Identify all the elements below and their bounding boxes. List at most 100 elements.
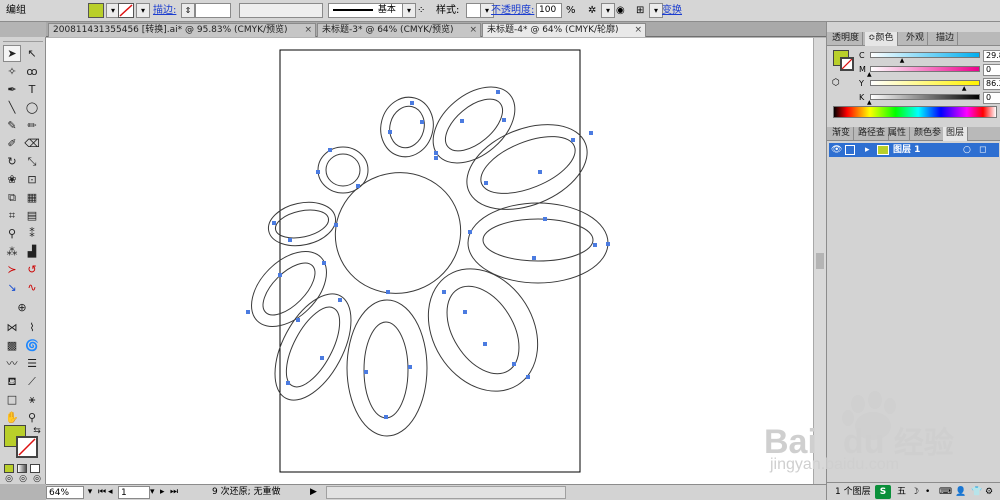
eraser-tool-icon[interactable]: ⌫: [23, 135, 41, 152]
anchor-point[interactable]: [593, 243, 597, 247]
wave-tool-icon[interactable]: 〰: [3, 355, 21, 372]
type-tool-icon[interactable]: T: [23, 81, 41, 98]
anchor-point[interactable]: [410, 101, 414, 105]
rotate-tool-icon[interactable]: ↻: [3, 153, 21, 170]
tab-gradient[interactable]: 渐变: [829, 127, 855, 141]
last-page-icon[interactable]: ⏭: [170, 486, 180, 499]
align-grid-icon[interactable]: ⊞: [636, 3, 650, 18]
fill-swatch[interactable]: [88, 3, 104, 18]
first-page-icon[interactable]: ⏮: [98, 486, 108, 499]
panel-stroke-swatch[interactable]: [840, 57, 854, 71]
gradient-mode-icon[interactable]: [17, 464, 27, 473]
anchor-point[interactable]: [246, 310, 250, 314]
doc-tab-3[interactable]: 未标题-4* @ 64% (CMYK/轮廓) ×: [482, 23, 646, 37]
anchor-point[interactable]: [384, 415, 388, 419]
anchor-point[interactable]: [496, 90, 500, 94]
layer-row[interactable]: 👁 ▸ 图层 1 ○ ◻: [829, 143, 999, 157]
anchor-point[interactable]: [286, 381, 290, 385]
pencil-tool-icon[interactable]: ✏: [23, 117, 41, 134]
anchor-point[interactable]: [364, 370, 368, 374]
anchor-tool-icon[interactable]: ↘: [3, 279, 21, 296]
magic-wand-tool-icon[interactable]: ✧: [3, 63, 21, 80]
anchor-point[interactable]: [296, 318, 300, 322]
chevron-down-icon[interactable]: ▾: [84, 486, 96, 499]
channel-slider[interactable]: [870, 94, 980, 100]
channel-slider[interactable]: [870, 66, 980, 72]
anchor-point[interactable]: [463, 310, 467, 314]
anchor-point[interactable]: [606, 242, 610, 246]
layer-name[interactable]: 图层 1: [893, 143, 920, 157]
draw-inside-icon[interactable]: ◎: [28, 475, 46, 484]
stroke-none-swatch[interactable]: [118, 3, 134, 18]
anchor-point[interactable]: [316, 170, 320, 174]
scale-tool-icon[interactable]: ⤡: [23, 153, 41, 170]
doc-tab-2[interactable]: 未标题-3* @ 64% (CMYK/预览) ×: [317, 23, 481, 37]
brush-definition-icon[interactable]: ⁘: [417, 3, 431, 18]
anchor-point[interactable]: [434, 151, 438, 155]
lasso-tool-icon[interactable]: ꝏ: [23, 63, 41, 80]
anchor-point[interactable]: [512, 362, 516, 366]
anchor-point[interactable]: [571, 138, 575, 142]
next-page-icon[interactable]: ▸: [160, 486, 170, 499]
anchor-point[interactable]: [434, 156, 438, 160]
close-icon[interactable]: ×: [634, 24, 642, 36]
anchor-point[interactable]: [532, 256, 536, 260]
artboard-tool-icon[interactable]: □: [3, 391, 21, 408]
expand-arrow-icon[interactable]: ▸: [865, 143, 875, 157]
transform-link[interactable]: 变换: [662, 3, 682, 18]
crosshair-tool-icon[interactable]: ⊕: [13, 299, 31, 316]
scroll-thumb[interactable]: [816, 253, 824, 269]
anchor-point[interactable]: [338, 298, 342, 302]
page-field[interactable]: 1: [118, 486, 150, 499]
pen-tool-icon[interactable]: ✒: [3, 81, 21, 98]
anchor-point[interactable]: [483, 342, 487, 346]
anchor-point[interactable]: [502, 118, 506, 122]
channel-value-field[interactable]: 0: [983, 64, 1000, 76]
channel-value-field[interactable]: 86.27: [983, 78, 1000, 90]
spiral-tool-icon[interactable]: 🌀: [23, 337, 41, 354]
close-icon[interactable]: ×: [304, 24, 312, 36]
swap-colors-icon[interactable]: ⇆: [28, 423, 46, 440]
line-tool-icon[interactable]: ╲: [3, 99, 21, 116]
anchor-point[interactable]: [442, 290, 446, 294]
direct-selection-tool-icon[interactable]: ↖: [23, 45, 41, 62]
recolor-icon[interactable]: ✲: [588, 3, 602, 18]
grid-tool-icon[interactable]: ▩: [3, 337, 21, 354]
prev-page-icon[interactable]: ◂: [108, 486, 118, 499]
close-icon[interactable]: ×: [469, 24, 477, 36]
chevron-down-icon[interactable]: ▾: [402, 3, 416, 18]
chevron-down-icon[interactable]: ▾: [649, 3, 663, 18]
anchor-point[interactable]: [278, 273, 282, 277]
shape-builder-tool-icon[interactable]: ⧉: [3, 189, 21, 206]
blob-brush-tool-icon[interactable]: ✐: [3, 135, 21, 152]
anchor-point[interactable]: [322, 261, 326, 265]
target-icon[interactable]: ○: [963, 143, 971, 157]
none-mode-icon[interactable]: [30, 464, 40, 473]
horizontal-scrollbar[interactable]: [326, 486, 566, 499]
anchor-point[interactable]: [543, 217, 547, 221]
ellipse-tool-icon[interactable]: ◯: [23, 99, 41, 116]
stroke-label-link[interactable]: 描边:: [153, 3, 176, 18]
live-paint-tool-icon[interactable]: ⛾: [3, 373, 21, 390]
tab-color-guide[interactable]: 颜色参: [911, 127, 946, 141]
stroke-weight-field[interactable]: [195, 3, 231, 18]
out-of-gamut-icon[interactable]: ⬡: [832, 78, 840, 88]
mesh-tool-icon[interactable]: ⌗: [3, 207, 21, 224]
lock-toggle[interactable]: [845, 145, 855, 155]
tab-stroke[interactable]: 描边: [933, 32, 959, 46]
channel-slider[interactable]: [870, 52, 980, 58]
anchor-point[interactable]: [334, 223, 338, 227]
flag-warp-tool-icon[interactable]: ⌇: [23, 319, 41, 336]
perspective-grid-tool-icon[interactable]: ▦: [23, 189, 41, 206]
zoom-field[interactable]: 64%: [46, 486, 84, 499]
chevron-down-icon[interactable]: ▾: [601, 3, 615, 18]
column-graph-tool-icon[interactable]: ▟: [23, 243, 41, 260]
slice-tool-icon[interactable]: ⚹: [23, 391, 41, 408]
doc-tab-1[interactable]: 200811431355456 [转换].ai* @ 95.83% (CMYK/…: [48, 23, 316, 37]
stroke-weight-stepper[interactable]: ⇕: [181, 3, 195, 18]
tab-color[interactable]: ≎颜色: [865, 32, 898, 46]
color-spectrum[interactable]: [833, 106, 997, 118]
anchor-point[interactable]: [272, 221, 276, 225]
settings-icon[interactable]: ⚙: [985, 485, 993, 499]
eyedropper-tool-icon[interactable]: ⚲: [3, 225, 21, 242]
